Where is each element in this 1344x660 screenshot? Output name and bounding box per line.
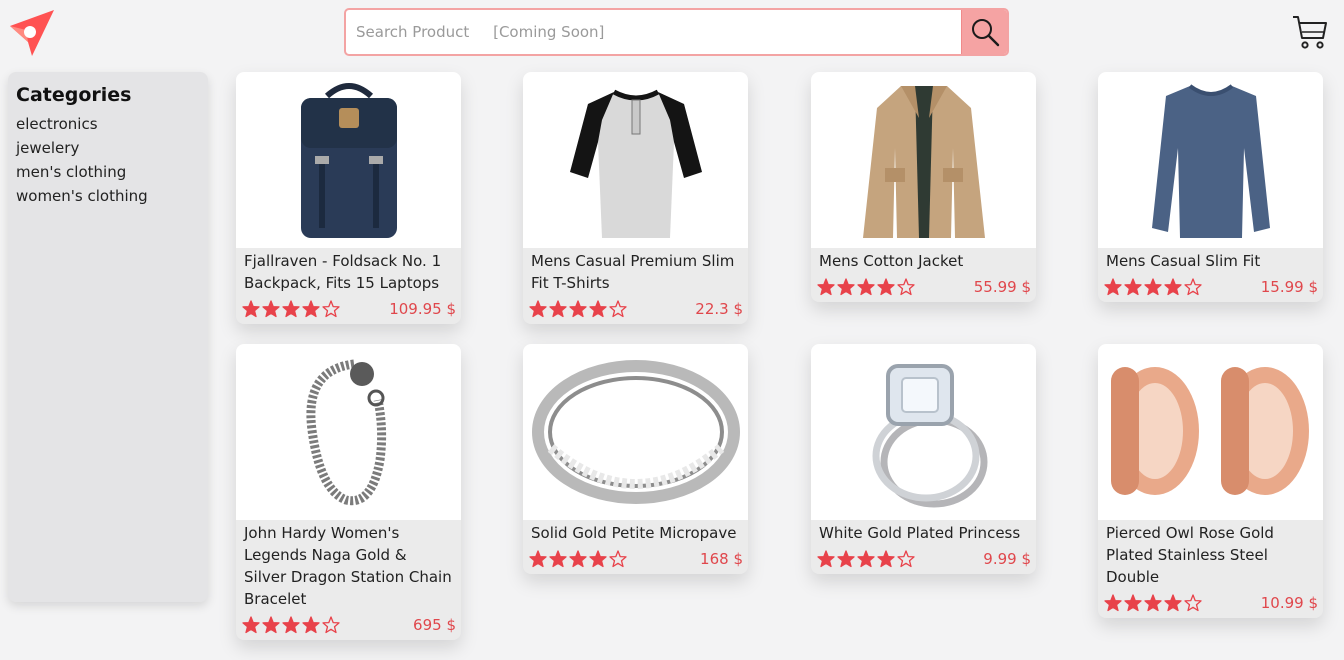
product-title: White Gold Plated Princess [819, 524, 1021, 542]
product-image-diamond-ring [811, 344, 1036, 520]
star-filled-icon [837, 550, 855, 568]
rating-stars [817, 278, 915, 296]
product-title: Pierced Owl Rose Gold Plated Stainless S… [1106, 524, 1274, 586]
product-image-ring [523, 344, 748, 520]
star-filled-icon [282, 300, 300, 318]
star-filled-icon [262, 300, 280, 318]
search-input[interactable] [346, 10, 961, 54]
star-filled-icon [817, 278, 835, 296]
categories-sidebar: Categories electronics jewelery men's cl… [8, 72, 208, 602]
star-empty-icon [609, 300, 627, 318]
product-price: 10.99 $ [1260, 594, 1318, 612]
star-empty-icon [609, 550, 627, 568]
rating-stars [242, 300, 340, 318]
rating-stars [1104, 278, 1202, 296]
star-filled-icon [569, 550, 587, 568]
product-price: 15.99 $ [1260, 278, 1318, 296]
star-empty-icon [897, 278, 915, 296]
product-card[interactable]: John Hardy Women's Legends Naga Gold & S… [236, 344, 461, 640]
star-filled-icon [1124, 278, 1142, 296]
product-image-plugs [1098, 344, 1323, 520]
product-card[interactable]: Pierced Owl Rose Gold Plated Stainless S… [1098, 344, 1323, 618]
search-bar [344, 8, 1009, 56]
star-filled-icon [877, 550, 895, 568]
product-title: John Hardy Women's Legends Naga Gold & S… [244, 524, 452, 608]
product-title: Mens Casual Premium Slim Fit T-Shirts [531, 252, 735, 292]
star-empty-icon [322, 616, 340, 634]
star-filled-icon [549, 550, 567, 568]
product-title: Fjallraven - Foldsack No. 1 Backpack, Fi… [244, 252, 442, 292]
product-price: 22.3 $ [695, 300, 743, 318]
category-electronics[interactable]: electronics [16, 112, 200, 136]
star-filled-icon [569, 300, 587, 318]
star-empty-icon [897, 550, 915, 568]
categories-title: Categories [16, 84, 132, 106]
search-icon [971, 19, 999, 47]
product-title: Mens Casual Slim Fit [1106, 252, 1261, 270]
product-image-jacket [811, 72, 1036, 248]
star-empty-icon [1184, 594, 1202, 612]
star-filled-icon [1144, 278, 1162, 296]
star-filled-icon [589, 300, 607, 318]
category-mens-clothing[interactable]: men's clothing [16, 160, 200, 184]
star-filled-icon [1104, 594, 1122, 612]
star-filled-icon [857, 278, 875, 296]
star-filled-icon [282, 616, 300, 634]
product-card[interactable]: Solid Gold Petite Micropave 168 $ [523, 344, 748, 574]
product-price: 168 $ [700, 550, 743, 568]
star-filled-icon [589, 550, 607, 568]
product-card[interactable]: Fjallraven - Foldsack No. 1 Backpack, Fi… [236, 72, 461, 324]
product-price: 9.99 $ [983, 550, 1031, 568]
star-filled-icon [302, 616, 320, 634]
product-image-long-sleeve [1098, 72, 1323, 248]
category-womens-clothing[interactable]: women's clothing [16, 184, 200, 208]
star-empty-icon [322, 300, 340, 318]
star-empty-icon [1184, 278, 1202, 296]
star-filled-icon [302, 300, 320, 318]
star-filled-icon [529, 550, 547, 568]
product-title: Solid Gold Petite Micropave [531, 524, 737, 542]
brand-logo[interactable] [6, 8, 56, 58]
product-price: 55.99 $ [973, 278, 1031, 296]
category-jewelery[interactable]: jewelery [16, 136, 200, 160]
star-filled-icon [1124, 594, 1142, 612]
star-filled-icon [817, 550, 835, 568]
star-filled-icon [857, 550, 875, 568]
rating-stars [1104, 594, 1202, 612]
star-filled-icon [529, 300, 547, 318]
star-filled-icon [1164, 278, 1182, 296]
rating-stars [817, 550, 915, 568]
product-price: 695 $ [413, 616, 456, 634]
star-filled-icon [877, 278, 895, 296]
search-button[interactable] [961, 10, 1007, 54]
product-card[interactable]: Mens Cotton Jacket 55.99 $ [811, 72, 1036, 302]
star-filled-icon [242, 616, 260, 634]
star-filled-icon [837, 278, 855, 296]
product-image-tshirt [523, 72, 748, 248]
product-image-bracelet [236, 344, 461, 520]
cart-button[interactable] [1291, 14, 1329, 50]
product-image-backpack [236, 72, 461, 248]
star-filled-icon [1104, 278, 1122, 296]
star-filled-icon [1144, 594, 1162, 612]
rating-stars [529, 300, 627, 318]
star-filled-icon [1164, 594, 1182, 612]
product-card[interactable]: White Gold Plated Princess 9.99 $ [811, 344, 1036, 574]
rating-stars [529, 550, 627, 568]
rating-stars [242, 616, 340, 634]
product-card[interactable]: Mens Casual Premium Slim Fit T-Shirts 22… [523, 72, 748, 324]
star-filled-icon [262, 616, 280, 634]
star-filled-icon [549, 300, 567, 318]
product-card[interactable]: Mens Casual Slim Fit 15.99 $ [1098, 72, 1323, 302]
cart-icon [1293, 16, 1327, 49]
product-price: 109.95 $ [389, 300, 456, 318]
star-filled-icon [242, 300, 260, 318]
product-title: Mens Cotton Jacket [819, 252, 964, 270]
